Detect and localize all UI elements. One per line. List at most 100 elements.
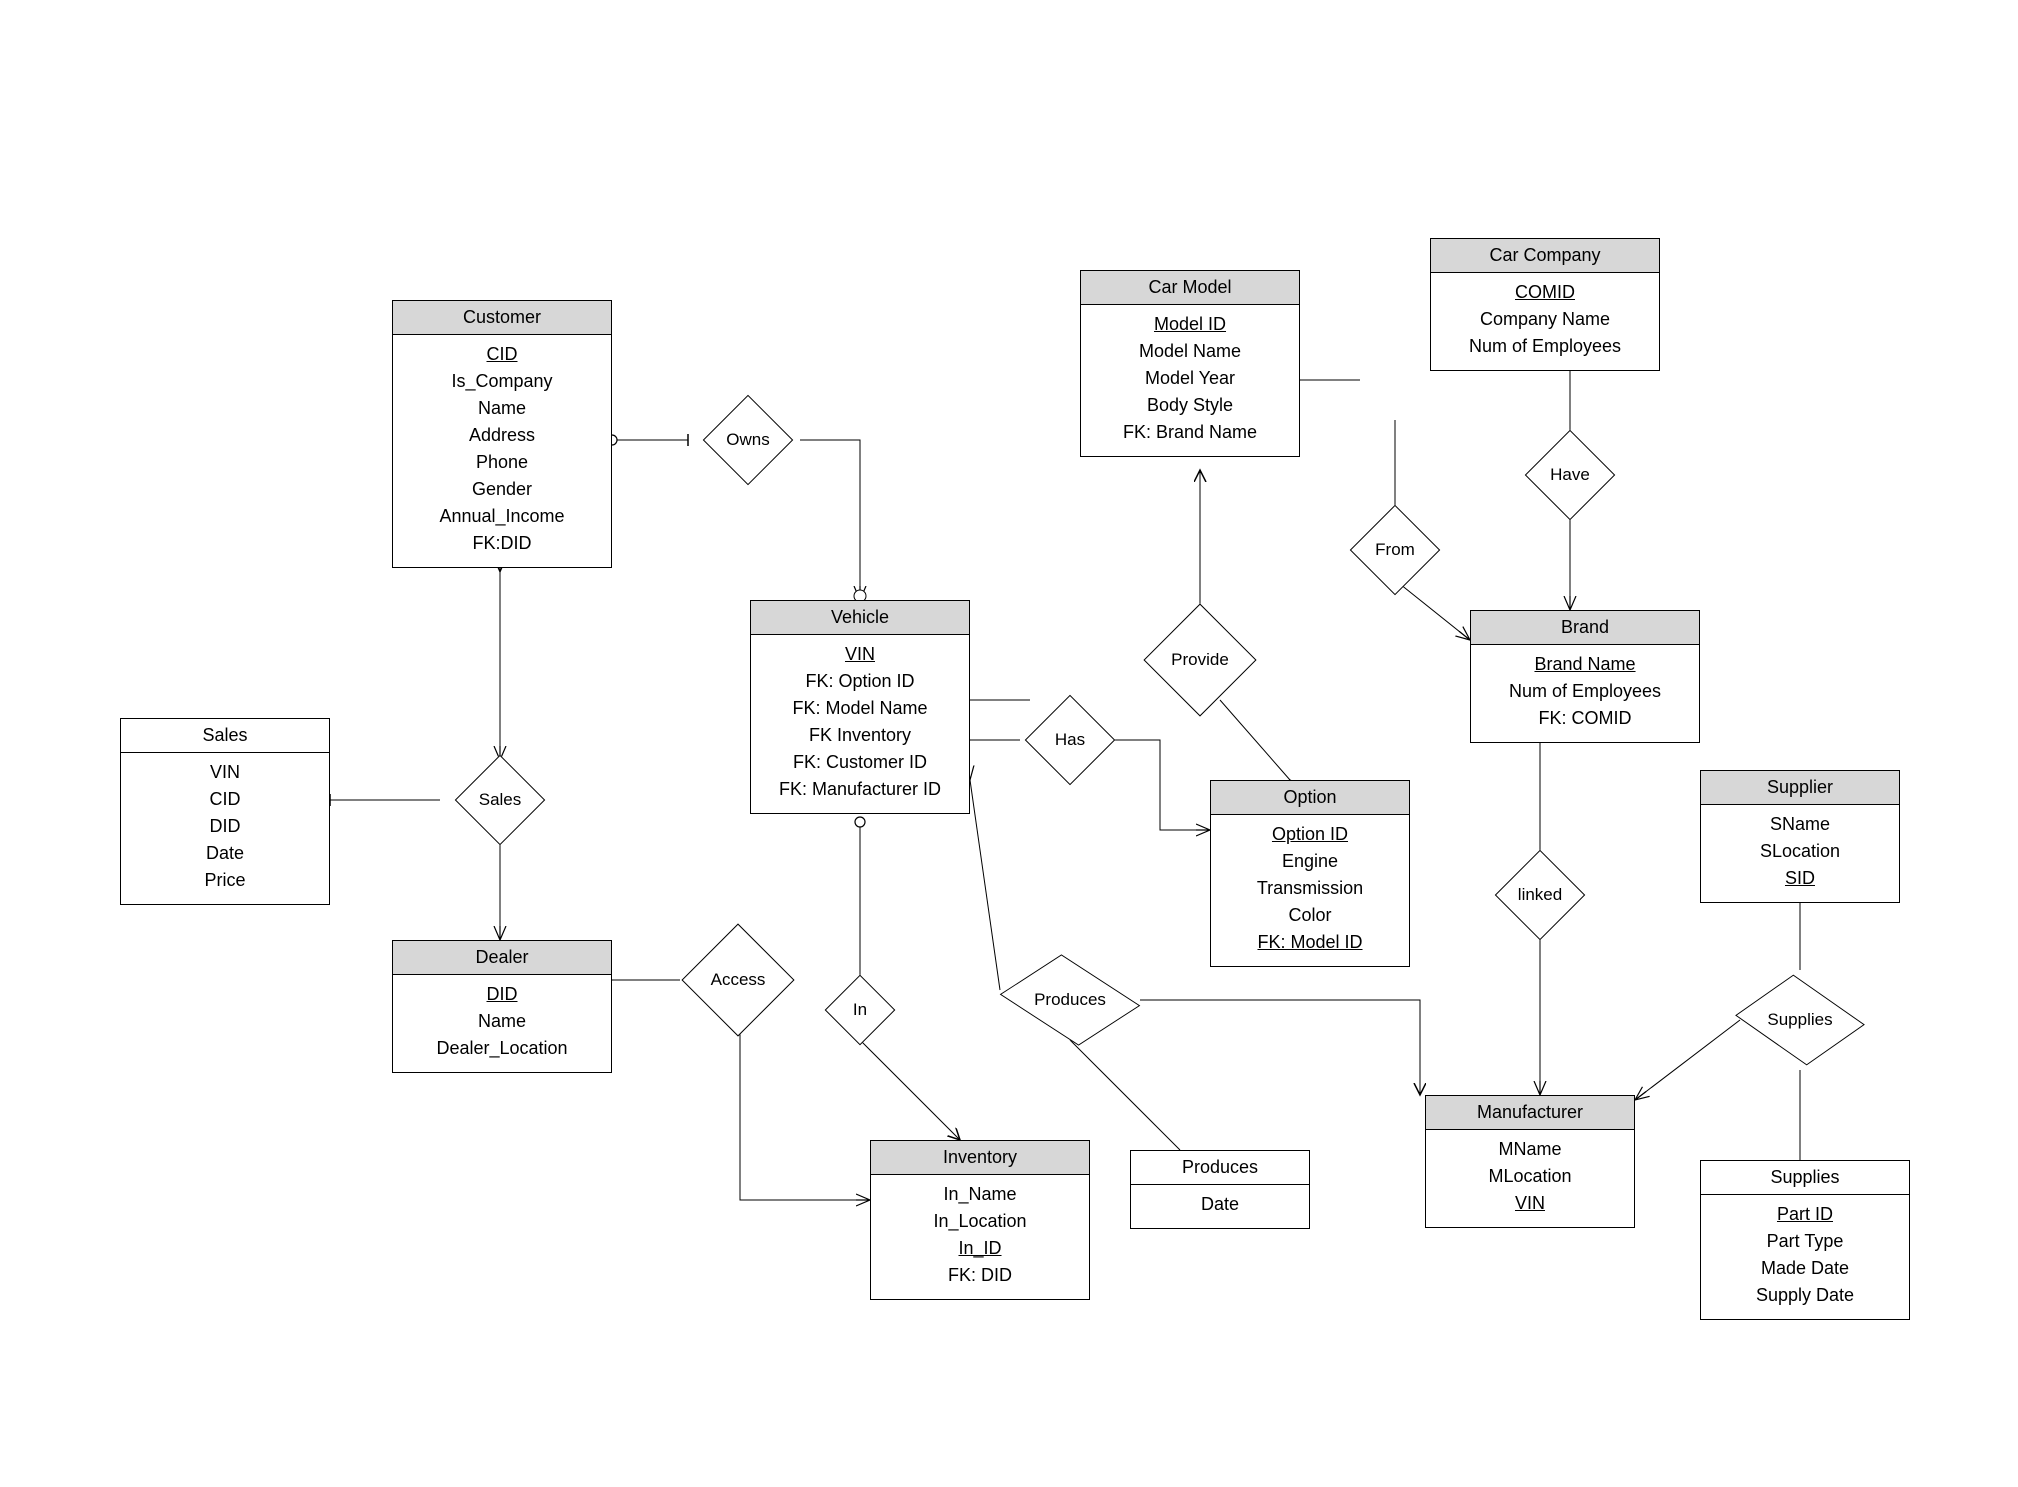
attribute-row: In_Location bbox=[875, 1208, 1085, 1235]
attribute-row: Body Style bbox=[1085, 392, 1295, 419]
attribute-row: Transmission bbox=[1215, 875, 1405, 902]
attribute-row: Price bbox=[125, 867, 325, 894]
attribute-row: Part ID bbox=[1705, 1201, 1905, 1228]
rel-from[interactable]: From bbox=[1335, 520, 1455, 580]
attribute-row: Is_Company bbox=[397, 368, 607, 395]
attribute-row: In_Name bbox=[875, 1181, 1085, 1208]
rel-produces[interactable]: Produces bbox=[990, 970, 1150, 1030]
attribute-row: DID bbox=[397, 981, 607, 1008]
entity-body: Part IDPart TypeMade DateSupply Date bbox=[1701, 1195, 1909, 1319]
attribute-row: Made Date bbox=[1705, 1255, 1905, 1282]
entity-dealer[interactable]: Dealer DIDNameDealer_Location bbox=[392, 940, 612, 1073]
attribute-row: Option ID bbox=[1215, 821, 1405, 848]
attribute-row: Supply Date bbox=[1705, 1282, 1905, 1309]
er-diagram-canvas: { "entities": { "customer": { "title": "… bbox=[0, 0, 2018, 1487]
attribute-row: SLocation bbox=[1705, 838, 1895, 865]
entity-title: Brand bbox=[1471, 611, 1699, 645]
entity-title: Car Model bbox=[1081, 271, 1299, 305]
entity-title: Supplier bbox=[1701, 771, 1899, 805]
rel-linked[interactable]: linked bbox=[1480, 865, 1600, 925]
attribute-row: FK:DID bbox=[397, 530, 607, 557]
attribute-row: Address bbox=[397, 422, 607, 449]
entity-title: Car Company bbox=[1431, 239, 1659, 273]
attribute-row: Name bbox=[397, 395, 607, 422]
entity-supplier[interactable]: Supplier SNameSLocationSID bbox=[1700, 770, 1900, 903]
attribute-row: SName bbox=[1705, 811, 1895, 838]
entity-customer[interactable]: Customer CIDIs_CompanyNameAddressPhoneGe… bbox=[392, 300, 612, 568]
attribute-row: FK: DID bbox=[875, 1262, 1085, 1289]
attribute-row: CID bbox=[125, 786, 325, 813]
attribute-row: Num of Employees bbox=[1475, 678, 1695, 705]
attribute-row: FK: Model Name bbox=[755, 695, 965, 722]
rel-in[interactable]: In bbox=[800, 980, 920, 1040]
attribute-row: FK: Brand Name bbox=[1085, 419, 1295, 446]
entity-body: VINFK: Option IDFK: Model NameFK Invento… bbox=[751, 635, 969, 813]
attribute-row: VIN bbox=[755, 641, 965, 668]
attribute-row: FK Inventory bbox=[755, 722, 965, 749]
entity-body: MNameMLocationVIN bbox=[1426, 1130, 1634, 1227]
attribute-row: Gender bbox=[397, 476, 607, 503]
entity-body: Option IDEngineTransmissionColorFK: Mode… bbox=[1211, 815, 1409, 966]
entity-title: Vehicle bbox=[751, 601, 969, 635]
rel-have[interactable]: Have bbox=[1510, 445, 1630, 505]
rel-owns[interactable]: Owns bbox=[688, 410, 808, 470]
attribute-row: Engine bbox=[1215, 848, 1405, 875]
attribute-row: Dealer_Location bbox=[397, 1035, 607, 1062]
attribute-row: Num of Employees bbox=[1435, 333, 1655, 360]
attribute-row: Brand Name bbox=[1475, 651, 1695, 678]
entity-supplies-assoc[interactable]: Supplies Part IDPart TypeMade DateSupply… bbox=[1700, 1160, 1910, 1320]
attribute-row: MName bbox=[1430, 1136, 1630, 1163]
attribute-row: FK: Model ID bbox=[1215, 929, 1405, 956]
entity-body: Model IDModel NameModel YearBody StyleFK… bbox=[1081, 305, 1299, 456]
attribute-row: VIN bbox=[125, 759, 325, 786]
entity-title: Manufacturer bbox=[1426, 1096, 1634, 1130]
entity-title: Dealer bbox=[393, 941, 611, 975]
entity-manufacturer[interactable]: Manufacturer MNameMLocationVIN bbox=[1425, 1095, 1635, 1228]
entity-body: DIDNameDealer_Location bbox=[393, 975, 611, 1072]
attribute-row: Date bbox=[125, 840, 325, 867]
rel-access[interactable]: Access bbox=[678, 950, 798, 1010]
attribute-row: Company Name bbox=[1435, 306, 1655, 333]
attribute-row: Model ID bbox=[1085, 311, 1295, 338]
attribute-row: In_ID bbox=[875, 1235, 1085, 1262]
entity-body: COMIDCompany NameNum of Employees bbox=[1431, 273, 1659, 370]
rel-provide[interactable]: Provide bbox=[1140, 630, 1260, 690]
entity-body: CIDIs_CompanyNameAddressPhoneGenderAnnua… bbox=[393, 335, 611, 567]
entity-body: VINCIDDIDDatePrice bbox=[121, 753, 329, 904]
entity-car-company[interactable]: Car Company COMIDCompany NameNum of Empl… bbox=[1430, 238, 1660, 371]
attribute-row: Model Name bbox=[1085, 338, 1295, 365]
attribute-row: CID bbox=[397, 341, 607, 368]
attribute-row: FK: Option ID bbox=[755, 668, 965, 695]
attribute-row: Model Year bbox=[1085, 365, 1295, 392]
entity-title: Produces bbox=[1131, 1151, 1309, 1185]
entity-brand[interactable]: Brand Brand NameNum of EmployeesFK: COMI… bbox=[1470, 610, 1700, 743]
attribute-row: FK: Manufacturer ID bbox=[755, 776, 965, 803]
attribute-row: Phone bbox=[397, 449, 607, 476]
entity-inventory[interactable]: Inventory In_NameIn_LocationIn_IDFK: DID bbox=[870, 1140, 1090, 1300]
entity-car-model[interactable]: Car Model Model IDModel NameModel YearBo… bbox=[1080, 270, 1300, 457]
attribute-row: FK: Customer ID bbox=[755, 749, 965, 776]
entity-title: Customer bbox=[393, 301, 611, 335]
entity-title: Supplies bbox=[1701, 1161, 1909, 1195]
entity-option[interactable]: Option Option IDEngineTransmissionColorF… bbox=[1210, 780, 1410, 967]
attribute-row: SID bbox=[1705, 865, 1895, 892]
entity-body: Brand NameNum of EmployeesFK: COMID bbox=[1471, 645, 1699, 742]
rel-sales[interactable]: Sales bbox=[440, 770, 560, 830]
entity-produces-assoc[interactable]: Produces Date bbox=[1130, 1150, 1310, 1229]
attribute-row: COMID bbox=[1435, 279, 1655, 306]
attribute-row: Name bbox=[397, 1008, 607, 1035]
rel-supplies[interactable]: Supplies bbox=[1740, 990, 1860, 1050]
attribute-row: Color bbox=[1215, 902, 1405, 929]
entity-vehicle[interactable]: Vehicle VINFK: Option IDFK: Model NameFK… bbox=[750, 600, 970, 814]
entity-title: Option bbox=[1211, 781, 1409, 815]
rel-has[interactable]: Has bbox=[1010, 710, 1130, 770]
attribute-row: Part Type bbox=[1705, 1228, 1905, 1255]
attribute-row: Annual_Income bbox=[397, 503, 607, 530]
entity-body: Date bbox=[1131, 1185, 1309, 1228]
attribute-row: DID bbox=[125, 813, 325, 840]
entity-body: SNameSLocationSID bbox=[1701, 805, 1899, 902]
attribute-row: MLocation bbox=[1430, 1163, 1630, 1190]
entity-title: Sales bbox=[121, 719, 329, 753]
attribute-row: Date bbox=[1135, 1191, 1305, 1218]
entity-sales-assoc[interactable]: Sales VINCIDDIDDatePrice bbox=[120, 718, 330, 905]
